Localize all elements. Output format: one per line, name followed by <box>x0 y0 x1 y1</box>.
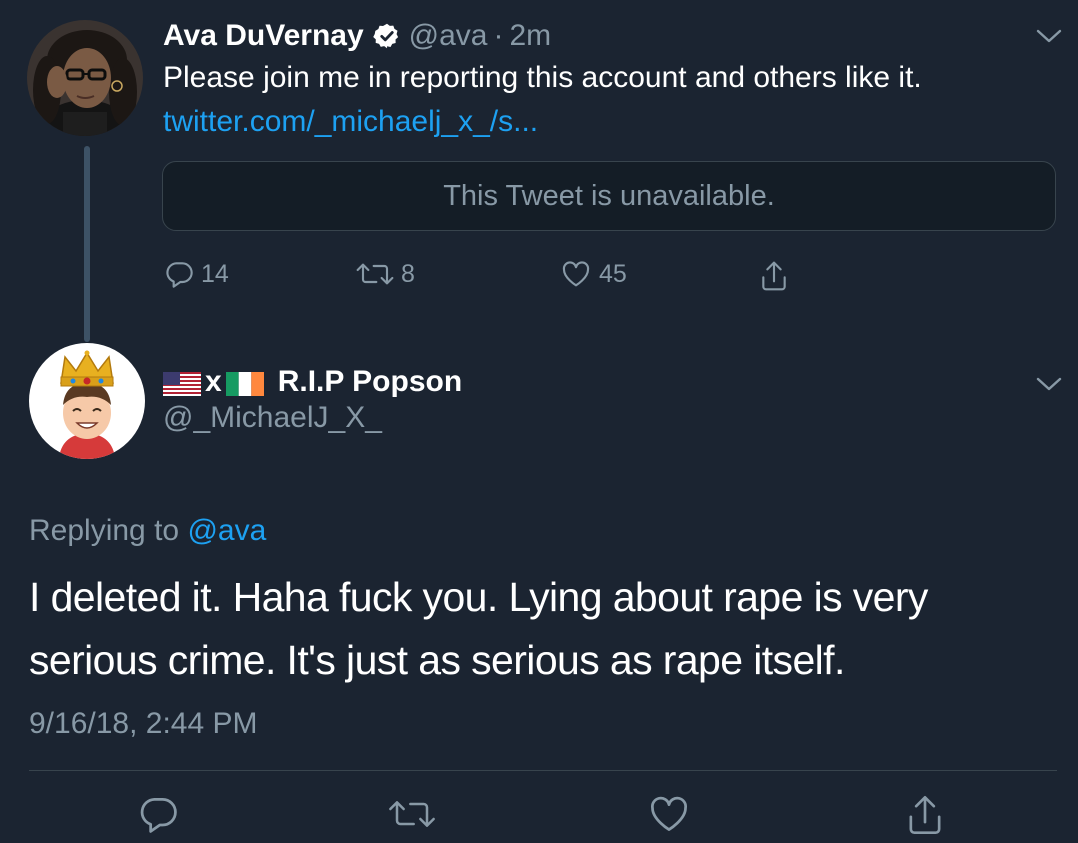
share-icon[interactable] <box>903 792 947 836</box>
tweet2-text: I deleted it. Haha fuck you. Lying about… <box>29 574 928 683</box>
retweet-count: 8 <box>401 259 415 288</box>
chevron-down-icon[interactable] <box>1036 376 1062 392</box>
retweet-icon[interactable] <box>387 792 435 836</box>
tweet1-text: Please join me in reporting this account… <box>163 61 922 94</box>
tweet2-author-handle[interactable]: @_MichaelJ_X_ <box>163 398 382 438</box>
tweet1-header: Ava DuVernay @ava · 2m <box>163 16 551 56</box>
thread-connector-line <box>84 146 90 342</box>
verified-badge-icon <box>372 22 401 50</box>
unavailable-message: This Tweet is unavailable. <box>443 179 775 212</box>
avatar-ava[interactable] <box>27 20 143 136</box>
divider <box>29 770 1057 771</box>
like-count: 45 <box>599 259 627 288</box>
tweet1-link[interactable]: twitter.com/_michaelj_x_/s... <box>163 102 538 142</box>
retweet-icon <box>355 258 395 290</box>
separator-dot: · <box>493 19 504 52</box>
replying-to: Replying to @ava <box>29 511 266 551</box>
us-flag-icon <box>163 370 201 396</box>
tweet2-author-name[interactable]: x R.I.P Popson <box>163 362 462 402</box>
like-icon[interactable] <box>646 792 690 836</box>
reply-icon <box>163 258 195 290</box>
tweet1-time[interactable]: 2m <box>509 19 551 53</box>
like-button[interactable]: 45 <box>559 258 627 290</box>
quoted-tweet-unavailable: This Tweet is unavailable. <box>162 161 1056 231</box>
chevron-down-icon[interactable] <box>1036 28 1062 44</box>
reply-button[interactable]: 14 <box>163 258 229 290</box>
tweet1-author-handle[interactable]: @ava <box>409 19 488 53</box>
share-button[interactable] <box>758 258 790 294</box>
like-icon <box>559 258 593 290</box>
retweet-button[interactable]: 8 <box>355 258 415 290</box>
ireland-flag-icon <box>225 370 264 396</box>
name-separator: x <box>205 365 222 398</box>
tweet1-author-name[interactable]: Ava DuVernay <box>163 19 364 53</box>
tweet2-timestamp: 9/16/18, 2:44 PM <box>29 707 258 740</box>
replying-mention[interactable]: @ava <box>187 514 266 547</box>
replying-label: Replying to <box>29 514 180 547</box>
avatar-michaelj[interactable] <box>29 343 145 459</box>
share-icon <box>758 258 790 294</box>
reply-count: 14 <box>201 259 229 288</box>
reply-icon[interactable] <box>136 792 180 836</box>
tweet2-display-name: R.I.P Popson <box>277 365 463 398</box>
